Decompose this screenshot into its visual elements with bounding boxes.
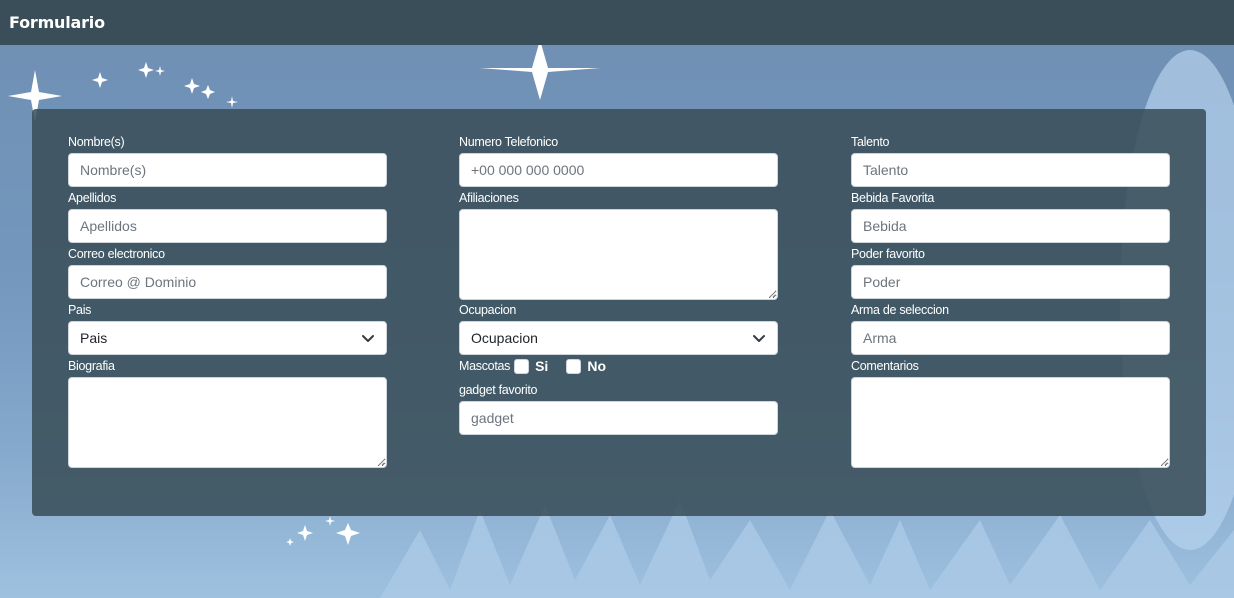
- afiliaciones-label: Afiliaciones: [459, 191, 519, 205]
- resize-grip-icon[interactable]: [378, 459, 385, 466]
- talento-label: Talento: [851, 135, 890, 149]
- apellidos-label: Apellidos: [68, 191, 117, 205]
- poder-input[interactable]: [851, 265, 1170, 299]
- gadget-label: gadget favorito: [459, 383, 538, 397]
- gadget-input[interactable]: [459, 401, 778, 435]
- pais-select[interactable]: Pais: [68, 321, 387, 355]
- afiliaciones-textarea[interactable]: [459, 209, 778, 300]
- correo-label: Correo electronico: [68, 247, 165, 261]
- biografia-wrapper: [68, 377, 387, 468]
- biografia-label: Biografia: [68, 359, 115, 373]
- chevron-down-icon: [753, 335, 765, 342]
- pais-label: Pais: [68, 303, 92, 317]
- navbar-brand[interactable]: Formulario: [9, 13, 105, 32]
- arma-input[interactable]: [851, 321, 1170, 355]
- nombre-label: Nombre(s): [68, 135, 125, 149]
- comentarios-wrapper: [851, 377, 1170, 468]
- form-panel: Nombre(s) Apellidos Correo electronico P…: [32, 109, 1206, 516]
- chevron-down-icon: [362, 335, 374, 342]
- mascotas-group: Mascotas Si No: [459, 358, 606, 374]
- mascotas-label: Mascotas: [459, 359, 511, 373]
- telefono-input[interactable]: [459, 153, 778, 187]
- talento-input[interactable]: [851, 153, 1170, 187]
- pais-select-value: Pais: [80, 330, 108, 346]
- mascotas-si-checkbox[interactable]: [514, 358, 530, 374]
- bebida-input[interactable]: [851, 209, 1170, 243]
- navbar: Formulario: [0, 0, 1234, 45]
- resize-grip-icon[interactable]: [1161, 459, 1168, 466]
- bebida-label: Bebida Favorita: [851, 191, 935, 205]
- telefono-label: Numero Telefonico: [459, 135, 558, 149]
- correo-input[interactable]: [68, 265, 387, 299]
- nombre-input[interactable]: [68, 153, 387, 187]
- afiliaciones-wrapper: [459, 209, 778, 300]
- arma-label: Arma de seleccion: [851, 303, 949, 317]
- apellidos-input[interactable]: [68, 209, 387, 243]
- mascotas-si-label[interactable]: Si: [535, 358, 548, 374]
- mascotas-no-label[interactable]: No: [587, 358, 606, 374]
- biografia-textarea[interactable]: [68, 377, 387, 468]
- comentarios-textarea[interactable]: [851, 377, 1170, 468]
- ocupacion-select[interactable]: Ocupacion: [459, 321, 778, 355]
- ocupacion-label: Ocupacion: [459, 303, 517, 317]
- poder-label: Poder favorito: [851, 247, 925, 261]
- ocupacion-select-value: Ocupacion: [471, 330, 538, 346]
- resize-grip-icon[interactable]: [769, 291, 776, 298]
- comentarios-label: Comentarios: [851, 359, 919, 373]
- mascotas-no-checkbox[interactable]: [566, 358, 582, 374]
